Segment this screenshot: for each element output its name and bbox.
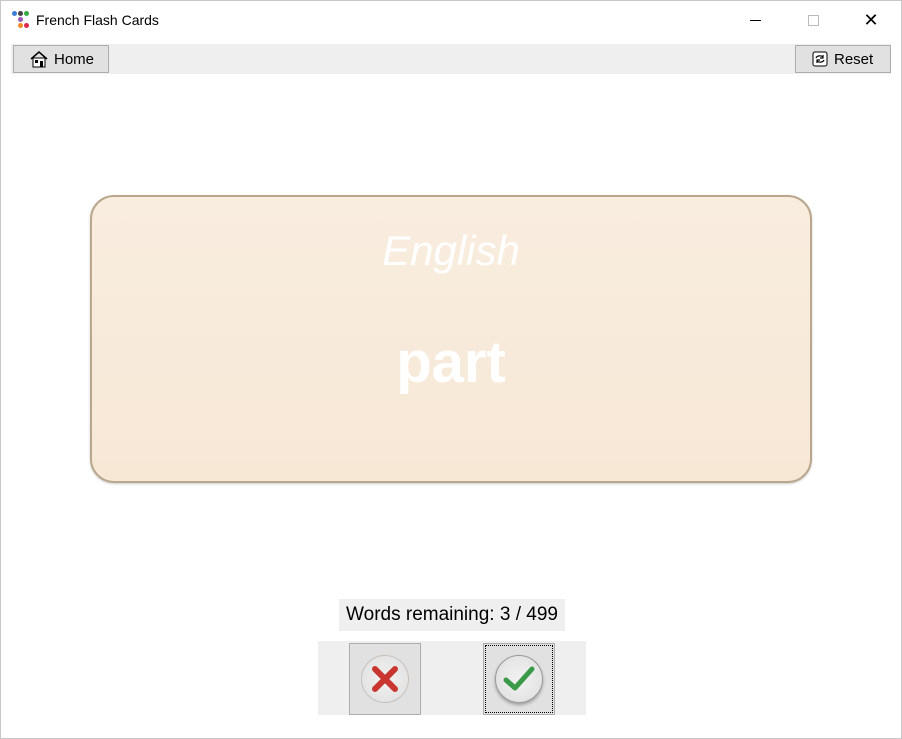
reset-label: Reset — [834, 50, 874, 68]
card-word: part — [396, 330, 506, 395]
toolbar: Home Reset — [11, 44, 891, 74]
app-icon — [12, 11, 30, 29]
card-language: English — [382, 227, 520, 274]
words-remaining: Words remaining: 3 / 499 — [339, 599, 565, 631]
minimize-button[interactable] — [732, 1, 778, 39]
home-icon — [30, 50, 48, 67]
title-bar: French Flash Cards ✕ — [1, 1, 901, 39]
reset-icon — [812, 51, 828, 67]
maximize-icon — [807, 14, 819, 26]
reset-button[interactable]: Reset — [795, 45, 891, 73]
minimize-icon — [749, 19, 761, 21]
close-icon: ✕ — [863, 9, 879, 31]
home-label: Home — [54, 50, 95, 68]
home-button[interactable]: Home — [13, 45, 109, 73]
correct-button[interactable] — [483, 643, 555, 715]
wrong-icon — [361, 655, 409, 703]
check-icon — [495, 655, 543, 703]
wrong-button[interactable] — [349, 643, 421, 715]
answer-panel — [318, 641, 586, 715]
window-title: French Flash Cards — [36, 12, 159, 28]
flash-card[interactable]: English part — [90, 195, 812, 483]
maximize-button[interactable] — [790, 1, 836, 39]
close-button[interactable]: ✕ — [848, 1, 894, 39]
